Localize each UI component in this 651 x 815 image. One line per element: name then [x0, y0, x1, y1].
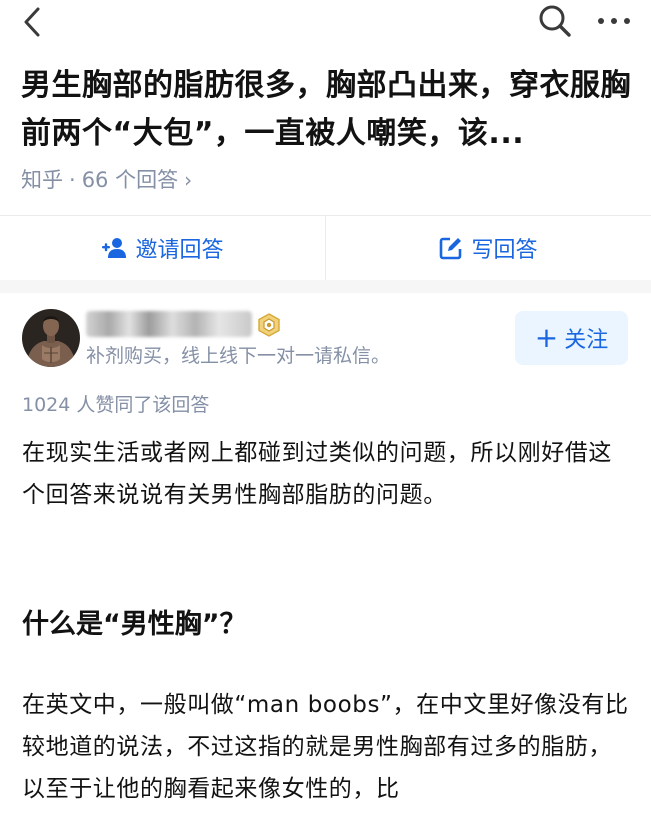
answer-heading: 什么是“男性胸”？ — [22, 609, 247, 640]
search-icon — [539, 5, 571, 37]
question-title[interactable]: 男生胸部的脂肪很多，胸部凸出来，穿衣服胸前两个“大包”，一直被人嘲笑，该... — [21, 62, 631, 158]
action-bar: 邀请回答 写回答 — [0, 215, 651, 280]
back-button[interactable] — [14, 4, 50, 40]
add-user-icon — [101, 237, 127, 259]
follow-button[interactable]: + 关注 — [515, 311, 628, 365]
vote-count-line: 1024 人赞同了该回答 — [22, 394, 210, 416]
question-meta[interactable]: 知乎 · 66 个回答 › — [21, 163, 192, 197]
invite-answer-label: 邀请回答 — [135, 238, 224, 263]
author-name-redacted[interactable] — [86, 311, 252, 337]
more-button[interactable] — [592, 2, 636, 40]
answer-paragraph: 在现实生活或者网上都碰到过类似的问题，所以刚好借这个回答来说说有关男性胸部脂肪的… — [22, 440, 612, 508]
write-answer-button[interactable]: 写回答 — [326, 216, 651, 280]
more-dots-icon — [598, 18, 630, 24]
search-button[interactable] — [536, 2, 574, 40]
answer-paragraph: 在英文中，一般叫做“man boobs”，在中文里好像没有比较地道的说法，不过这… — [22, 692, 629, 802]
author-bio: 补剂购买，线上线下一对一请私信。 — [86, 345, 391, 367]
edit-icon — [439, 236, 463, 260]
invite-answer-button[interactable]: 邀请回答 — [0, 216, 325, 280]
top-bar — [0, 0, 651, 46]
chevron-right-icon: › — [184, 168, 193, 192]
write-answer-label: 写回答 — [471, 238, 538, 263]
plus-icon: + — [534, 321, 559, 354]
meta-separator: · — [69, 168, 76, 192]
author-avatar[interactable] — [22, 309, 80, 367]
follow-label: 关注 — [564, 328, 609, 353]
answer-count: 66 个回答 — [81, 168, 179, 192]
section-gap — [0, 280, 651, 293]
source-label: 知乎 — [21, 168, 63, 192]
chevron-left-icon — [24, 7, 40, 37]
certified-badge-icon — [258, 313, 280, 337]
